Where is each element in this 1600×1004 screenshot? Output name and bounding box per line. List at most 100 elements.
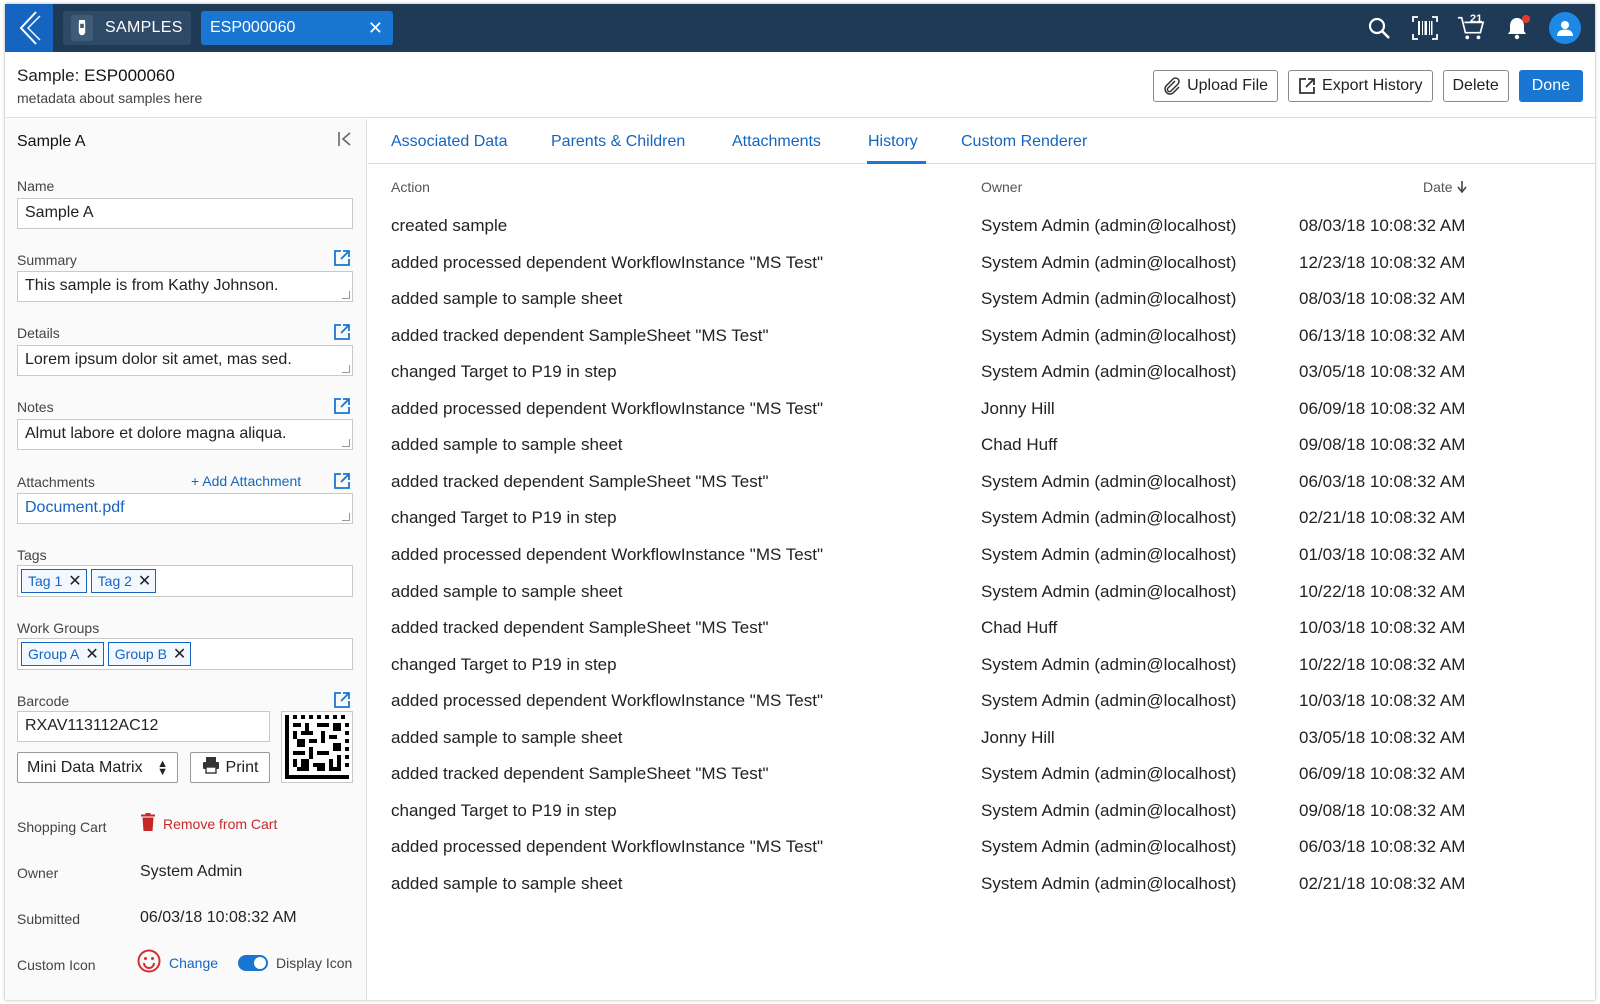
- display-icon-toggle[interactable]: [238, 954, 269, 971]
- back-button[interactable]: [5, 4, 53, 52]
- barcode-field[interactable]: RXAV113112AC12: [17, 711, 270, 742]
- close-icon[interactable]: ✕: [368, 18, 383, 39]
- tag-chip-label: Tag 2: [97, 573, 132, 589]
- workgroups-field[interactable]: Group A ✕ Group B ✕: [17, 638, 353, 670]
- history-date-cell: 10/22/18 10:08:32 AM: [1299, 581, 1466, 601]
- workgroup-chip[interactable]: Group B ✕: [107, 642, 192, 666]
- tag-chip[interactable]: Tag 1 ✕: [21, 569, 87, 593]
- table-row[interactable]: added sample to sample sheet Chad Huff 09/…: [368, 427, 1595, 463]
- sample-tab-label: ESP000060: [210, 19, 296, 36]
- done-button[interactable]: Done: [1518, 70, 1583, 102]
- table-row[interactable]: added tracked dependent SampleSheet "MS …: [368, 318, 1595, 354]
- table-row[interactable]: added tracked dependent SampleSheet "MS …: [368, 756, 1595, 792]
- page-subtitle: metadata about samples here: [17, 90, 203, 106]
- notes-field[interactable]: Almut labore et dolore magna aliqua.: [17, 419, 353, 450]
- active-tab-indicator: [867, 161, 926, 164]
- barcode-label: Barcode: [17, 693, 70, 709]
- table-row[interactable]: added processed dependent WorkflowInstan…: [368, 537, 1595, 573]
- table-row[interactable]: created sample System Admin (admin@localh…: [368, 208, 1595, 244]
- workgroup-chip-label: Group B: [114, 646, 167, 662]
- barcode-type-select[interactable]: Mini Data Matrix ▲ ▼: [17, 752, 178, 783]
- history-owner-cell: System Admin (admin@localhost): [981, 508, 1237, 528]
- panel-title: Sample A: [17, 133, 86, 150]
- remove-tag-icon[interactable]: ✕: [138, 571, 151, 591]
- remove-from-cart-button[interactable]: Remove from Cart: [141, 813, 277, 834]
- print-button[interactable]: Print: [190, 752, 270, 783]
- workgroup-chip[interactable]: Group A ✕: [21, 642, 104, 666]
- tab-associated-data[interactable]: Associated Data: [391, 133, 508, 151]
- external-link-icon[interactable]: [333, 323, 351, 346]
- tab-attachments[interactable]: Attachments: [732, 133, 821, 151]
- table-row[interactable]: changed Target to P19 in step System Admi…: [368, 647, 1595, 683]
- barcode-type-value: Mini Data Matrix: [27, 758, 143, 776]
- export-history-button[interactable]: Export History: [1288, 70, 1433, 102]
- cart-icon[interactable]: 21: [1457, 13, 1485, 42]
- tag-chip[interactable]: Tag 2 ✕: [90, 569, 157, 593]
- column-header-date[interactable]: Date: [1423, 179, 1467, 195]
- page-title-prefix: Sample:: [17, 66, 85, 85]
- history-date-cell: 08/03/18 10:08:32 AM: [1299, 216, 1466, 235]
- table-row[interactable]: added tracked dependent SampleSheet "MS …: [368, 610, 1595, 646]
- collapse-left-icon[interactable]: [337, 131, 353, 152]
- table-row[interactable]: changed Target to P19 in step System Admi…: [368, 500, 1595, 536]
- external-link-icon[interactable]: [333, 472, 351, 495]
- summary-label: Summary: [17, 252, 77, 268]
- table-row[interactable]: added tracked dependent SampleSheet "MS …: [368, 464, 1595, 500]
- workgroups-label: Work Groups: [17, 620, 100, 636]
- table-row[interactable]: changed Target to P19 in step System Admi…: [368, 793, 1595, 829]
- table-row[interactable]: added sample to sample sheet Jonny Hill 03…: [368, 720, 1595, 756]
- resize-handle[interactable]: [342, 439, 350, 447]
- table-row[interactable]: added processed dependent WorkflowInstan…: [368, 391, 1595, 427]
- history-action-cell: added sample to sample sheet: [391, 727, 623, 747]
- history-owner-cell: System Admin (admin@localhost): [981, 837, 1237, 857]
- remove-tag-icon[interactable]: ✕: [68, 571, 81, 591]
- history-date-cell: 09/08/18 10:08:32 AM: [1299, 435, 1466, 455]
- upload-file-button[interactable]: Upload File: [1153, 70, 1279, 102]
- table-row[interactable]: changed Target to P19 in step System Admi…: [368, 354, 1595, 390]
- history-date-cell: 03/05/18 10:08:32 AM: [1299, 362, 1466, 382]
- external-link-icon[interactable]: [333, 249, 351, 272]
- history-owner-cell: System Admin (admin@localhost): [981, 800, 1237, 820]
- attachments-field[interactable]: Document.pdf: [17, 493, 353, 524]
- sample-tab[interactable]: ESP000060 ✕: [201, 11, 393, 45]
- tab-custom-renderer[interactable]: Custom Renderer: [961, 133, 1087, 151]
- samples-tab[interactable]: SAMPLES: [63, 11, 191, 45]
- top-icons: 21: [1365, 4, 1581, 52]
- table-row[interactable]: added processed dependent WorkflowInstan…: [368, 245, 1595, 281]
- name-field[interactable]: Sample A: [17, 198, 353, 229]
- column-header-owner[interactable]: Owner: [981, 179, 1022, 195]
- add-attachment-link[interactable]: + Add Attachment: [191, 473, 301, 489]
- history-date-cell: 06/09/18 10:08:32 AM: [1299, 398, 1466, 418]
- attachment-file-link[interactable]: Document.pdf: [25, 499, 125, 516]
- tab-history[interactable]: History: [868, 133, 918, 151]
- cart-count: 21: [1470, 13, 1483, 25]
- barcode-scanner-icon[interactable]: [1411, 14, 1439, 42]
- tags-field[interactable]: Tag 1 ✕ Tag 2 ✕: [17, 565, 353, 597]
- table-row[interactable]: added sample to sample sheet System Admin…: [368, 866, 1595, 902]
- resize-handle[interactable]: [342, 513, 350, 521]
- tab-parents-children[interactable]: Parents & Children: [551, 133, 685, 151]
- table-row[interactable]: added processed dependent WorkflowInstan…: [368, 683, 1595, 719]
- attachments-label: Attachments: [17, 474, 95, 490]
- change-icon-link[interactable]: Change: [169, 955, 218, 971]
- history-owner-cell: System Admin (admin@localhost): [981, 289, 1237, 309]
- details-field[interactable]: Lorem ipsum dolor sit amet, mas sed.: [17, 345, 353, 376]
- table-row[interactable]: added sample to sample sheet System Admin…: [368, 574, 1595, 610]
- history-owner-cell: System Admin (admin@localhost): [981, 252, 1237, 272]
- custom-icon-controls: Change Display Icon: [137, 949, 352, 976]
- user-icon[interactable]: [1549, 12, 1581, 44]
- table-row[interactable]: added processed dependent WorkflowInstan…: [368, 829, 1595, 865]
- bell-icon[interactable]: [1503, 14, 1531, 42]
- workgroup-chip-label: Group A: [28, 646, 80, 662]
- summary-field[interactable]: This sample is from Kathy Johnson.: [17, 271, 353, 302]
- remove-workgroup-icon[interactable]: ✕: [173, 644, 186, 664]
- column-header-action[interactable]: Action: [391, 179, 430, 195]
- search-icon[interactable]: [1365, 14, 1393, 42]
- table-row[interactable]: added sample to sample sheet System Admin…: [368, 281, 1595, 317]
- resize-handle[interactable]: [342, 365, 350, 373]
- resize-handle[interactable]: [342, 291, 350, 299]
- history-owner-cell: System Admin (admin@localhost): [981, 581, 1237, 601]
- external-link-icon[interactable]: [333, 397, 351, 420]
- remove-workgroup-icon[interactable]: ✕: [85, 644, 98, 664]
- delete-button[interactable]: Delete: [1442, 70, 1509, 102]
